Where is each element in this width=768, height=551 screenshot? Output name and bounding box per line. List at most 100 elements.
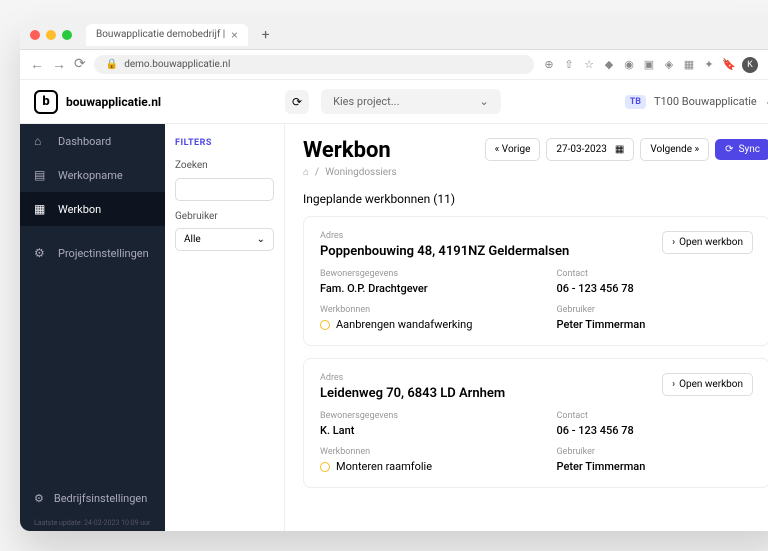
chevron-right-icon: › <box>672 379 675 390</box>
project-placeholder: Kies project... <box>333 95 399 108</box>
address-field[interactable]: 🔒 demo.bouwapplicatie.nl <box>94 55 534 74</box>
app-topbar: b bouwapplicatie.nl ⟳ Kies project... ⌄ … <box>20 80 768 124</box>
menu-icon[interactable]: ⋮ <box>764 58 768 72</box>
page-title: Werkbon <box>303 138 391 163</box>
gear-icon: ⚙ <box>34 246 48 260</box>
profile-avatar[interactable]: K <box>742 57 758 73</box>
sidebar-item-label: Dashboard <box>58 135 111 148</box>
last-update-text: Laatste update: 24-02-2023 10:09 uur <box>20 515 165 531</box>
project-select[interactable]: Kies project... ⌄ <box>321 89 501 114</box>
main-content: Werkbon « Vorige 27-03-2023 ▦ Volgende »… <box>285 124 768 531</box>
tab-title: Bouwapplicatie demobedrijf | <box>96 29 225 40</box>
open-label: Open werkbon <box>679 379 743 390</box>
chevron-down-icon: ⌄ <box>480 95 489 108</box>
sidebar-item-werkbon[interactable]: ▦ Werkbon <box>20 192 165 226</box>
sidebar-item-label: Werkopname <box>58 169 123 182</box>
address-value: Poppenbouwing 48, 4191NZ Geldermalsen <box>320 244 569 259</box>
home-icon[interactable]: ⌂ <box>303 167 309 178</box>
star-icon[interactable]: ☆ <box>582 58 596 72</box>
open-workorder-button[interactable]: › Open werkbon <box>662 373 753 396</box>
next-date-button[interactable]: Volgende » <box>640 138 709 161</box>
workorder-value: Aanbrengen wandafwerking <box>336 318 472 331</box>
forward-icon[interactable]: → <box>52 56 66 73</box>
ext-icon[interactable]: ◈ <box>662 58 676 72</box>
sync-label: Sync <box>739 144 760 155</box>
status-circle-icon <box>320 320 330 330</box>
contact-label: Contact <box>557 269 754 279</box>
user-initials: TB <box>625 95 646 109</box>
browser-tab[interactable]: Bouwapplicatie demobedrijf | × <box>86 24 248 46</box>
minimize-window-icon[interactable] <box>46 30 56 40</box>
calendar-icon: ▦ <box>615 144 624 155</box>
ext-icon[interactable]: ▦ <box>682 58 696 72</box>
sidebar-item-dashboard[interactable]: ⌂ Dashboard <box>20 124 165 158</box>
search-label: Zoeken <box>175 160 274 171</box>
close-tab-icon[interactable]: × <box>231 28 237 42</box>
maximize-window-icon[interactable] <box>62 30 72 40</box>
extension-icons: ⊕ ⇧ ☆ ◆ ◉ ▣ ◈ ▦ ✦ 🔖 K ⋮ <box>542 57 768 73</box>
workorder-value: Monteren raamfolie <box>336 460 432 473</box>
clipboard-icon: ▤ <box>34 168 48 182</box>
contact-value: 06 - 123 456 78 <box>557 424 754 437</box>
bookmark-icon[interactable]: 🔖 <box>722 58 736 72</box>
workorder-card: Adres Leidenweg 70, 6843 LD Arnhem › Ope… <box>303 358 768 488</box>
workorders-label: Werkbonnen <box>320 305 517 315</box>
sidebar-item-label: Projectinstellingen <box>58 247 149 260</box>
address-label: Adres <box>320 231 569 241</box>
puzzle-icon[interactable]: ✦ <box>702 58 716 72</box>
search-icon[interactable]: ⊕ <box>542 58 556 72</box>
home-icon: ⌂ <box>34 134 48 148</box>
ext-icon[interactable]: ◉ <box>622 58 636 72</box>
contact-label: Contact <box>557 411 754 421</box>
workorder-card: Adres Poppenbouwing 48, 4191NZ Geldermal… <box>303 216 768 346</box>
breadcrumb: ⌂ / Woningdossiers <box>303 167 768 178</box>
filters-panel: FILTERS Zoeken Gebruiker Alle ⌄ <box>165 124 285 531</box>
sidebar: ⌂ Dashboard ▤ Werkopname ▦ Werkbon ⚙ Pro… <box>20 124 165 531</box>
sidebar-item-werkopname[interactable]: ▤ Werkopname <box>20 158 165 192</box>
filters-heading: FILTERS <box>175 138 274 148</box>
reload-icon[interactable]: ⟳ <box>74 56 86 73</box>
user-filter-value: Alle <box>184 234 201 245</box>
open-workorder-button[interactable]: › Open werkbon <box>662 231 753 254</box>
user-filter-label: Gebruiker <box>175 211 274 222</box>
sidebar-item-bedrijfsinstellingen[interactable]: ⚙ Bedrijfsinstellingen <box>20 482 165 515</box>
date-value: 27-03-2023 <box>556 144 607 155</box>
resident-value: Fam. O.P. Drachtgever <box>320 282 517 295</box>
new-tab-icon[interactable]: + <box>262 27 270 43</box>
resident-label: Bewonersgegevens <box>320 411 517 421</box>
workorders-label: Werkbonnen <box>320 447 517 457</box>
resident-label: Bewonersgegevens <box>320 269 517 279</box>
user-menu[interactable]: TB T100 Bouwapplicatie ⌄ <box>625 95 768 109</box>
section-subtitle: Ingeplande werkbonnen (11) <box>303 192 768 206</box>
share-icon[interactable]: ⇧ <box>562 58 576 72</box>
search-input[interactable] <box>175 178 274 201</box>
chevron-right-icon: › <box>672 237 675 248</box>
sidebar-item-projectinstellingen[interactable]: ⚙ Projectinstellingen <box>20 236 165 270</box>
user-name: T100 Bouwapplicatie <box>654 95 757 108</box>
address-value: Leidenweg 70, 6843 LD Arnhem <box>320 386 505 401</box>
lock-icon: 🔒 <box>106 59 118 70</box>
address-label: Adres <box>320 373 505 383</box>
calendar-icon: ▦ <box>34 202 48 216</box>
gear-icon: ⚙ <box>34 492 44 505</box>
contact-value: 06 - 123 456 78 <box>557 282 754 295</box>
status-circle-icon <box>320 462 330 472</box>
user-label: Gebruiker <box>557 447 754 457</box>
sync-button[interactable]: ⟳ Sync <box>715 139 768 160</box>
back-icon[interactable]: ← <box>30 56 44 73</box>
date-picker[interactable]: 27-03-2023 ▦ <box>546 138 634 161</box>
user-filter-select[interactable]: Alle ⌄ <box>175 228 274 251</box>
sync-icon[interactable]: ⟳ <box>285 90 309 114</box>
sync-icon: ⟳ <box>725 144 733 155</box>
chevron-down-icon: ⌄ <box>257 234 265 245</box>
ext-icon[interactable]: ▣ <box>642 58 656 72</box>
prev-date-button[interactable]: « Vorige <box>485 138 541 161</box>
open-label: Open werkbon <box>679 237 743 248</box>
app-logo[interactable]: b bouwapplicatie.nl <box>34 90 161 114</box>
resident-value: K. Lant <box>320 424 517 437</box>
logo-icon: b <box>34 90 58 114</box>
sidebar-item-label: Werkbon <box>58 203 101 216</box>
breadcrumb-item[interactable]: Woningdossiers <box>325 167 396 178</box>
close-window-icon[interactable] <box>30 30 40 40</box>
ext-icon[interactable]: ◆ <box>602 58 616 72</box>
